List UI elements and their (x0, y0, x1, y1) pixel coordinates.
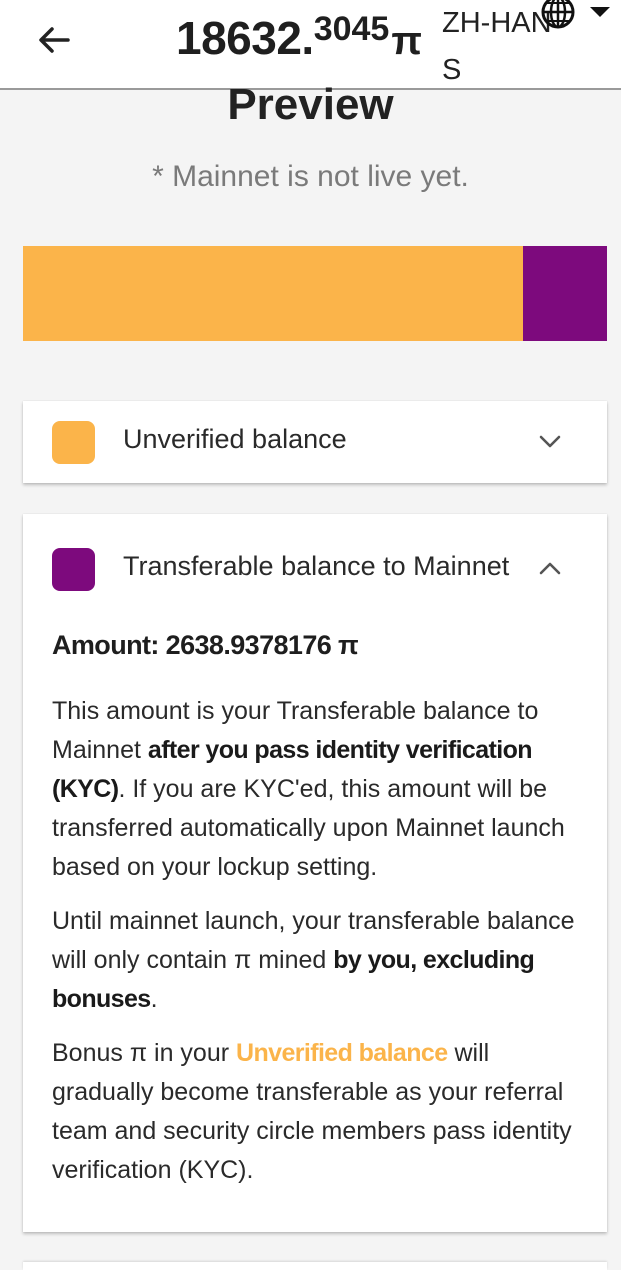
unverified-color-swatch (52, 421, 95, 464)
caret-down-icon[interactable] (588, 4, 612, 20)
chevron-up-icon[interactable] (538, 560, 562, 576)
transferable-balance-label[interactable]: Transferable balance to Mainnet (123, 551, 509, 582)
transferable-balance-card: Transferable balance to Mainnet Amount: … (23, 514, 607, 1232)
p1-text-c: . If you are KYC'ed, this amount will be… (52, 775, 565, 881)
p3-text-a: Bonus π in your (52, 1039, 237, 1067)
chevron-down-icon[interactable] (538, 434, 562, 450)
balance-decimals: 3045 (313, 10, 390, 48)
transferable-description: This amount is your Transferable balance… (52, 692, 582, 887)
globe-icon[interactable] (538, 0, 578, 30)
mining-info: Until mainnet launch, your transferable … (52, 902, 582, 1019)
mainnet-note: * Mainnet is not live yet. (152, 160, 469, 193)
preview-title: Preview (227, 80, 394, 129)
balance-unit: π (391, 19, 422, 63)
unverified-balance-label: Unverified balance (123, 424, 347, 454)
bar-segment-unverified (23, 246, 524, 341)
bar-segment-transferable (523, 246, 607, 341)
balance-integer: 18632. (176, 12, 314, 64)
transferable-amount: Amount: 2638.9378176 π (52, 630, 359, 660)
pi-balance: 18632.3045π (176, 10, 422, 65)
next-card-edge (23, 1262, 607, 1270)
bonus-info: Bonus π in your Unverified balance will … (52, 1034, 582, 1190)
back-button[interactable] (32, 18, 76, 62)
unverified-balance-card[interactable]: Unverified balance (23, 401, 607, 483)
top-bar: 18632.3045π ZH-HANS (0, 0, 621, 90)
unverified-balance-link[interactable]: Unverified balance (236, 1039, 448, 1067)
arrow-left-icon (39, 27, 70, 53)
p2-text-c: . (150, 985, 158, 1013)
balance-bar (23, 246, 607, 341)
transferable-color-swatch (52, 548, 95, 591)
